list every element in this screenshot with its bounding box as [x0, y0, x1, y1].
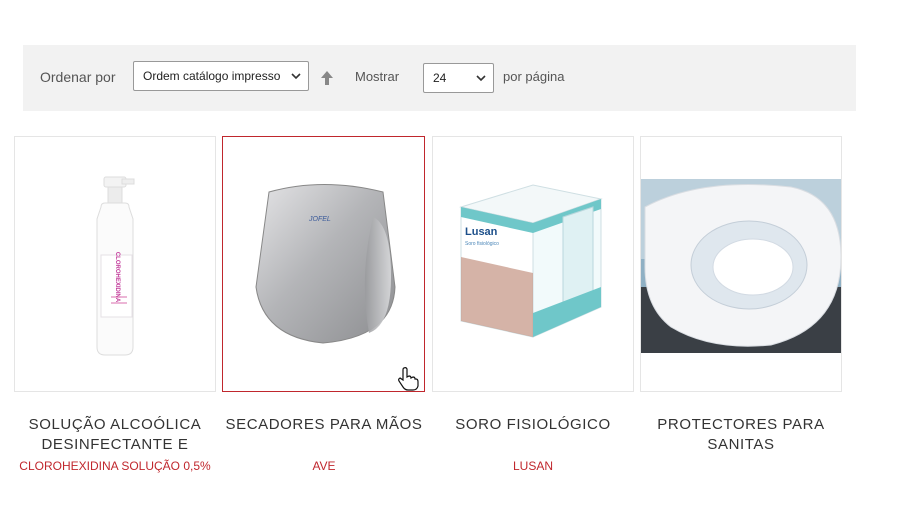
chevron-down-icon	[291, 73, 301, 80]
dryer-logo-text: JOFEL	[308, 216, 331, 223]
product-title[interactable]: SOLUÇÃO ALCOÓLICA DESINFECTANTE E	[14, 415, 216, 455]
sort-direction-up-icon[interactable]	[320, 70, 334, 86]
show-label: Mostrar	[355, 69, 400, 84]
sort-select-value: Ordem catálogo impresso	[143, 69, 281, 83]
product-card[interactable]	[640, 136, 842, 392]
product-card[interactable]: CLOROHEXIDINA	[14, 136, 216, 392]
product-brand[interactable]: AVE	[204, 459, 444, 473]
product-brand[interactable]: LUSAN	[413, 459, 653, 473]
saline-box-image: Lusan Soro fisiológico	[459, 184, 603, 338]
product-card[interactable]: JOFEL	[222, 136, 425, 392]
per-page-value: 24	[433, 71, 447, 85]
sort-toolbar: Ordenar por Ordem catálogo impresso Most…	[23, 45, 856, 111]
product-title[interactable]: SECADORES PARA MÃOS	[223, 415, 425, 435]
toilet-seat-cover-image	[641, 179, 841, 353]
box-brand-text: Lusan	[465, 226, 498, 238]
product-card[interactable]: Lusan Soro fisiológico	[432, 136, 634, 392]
box-sub-text: Soro fisiológico	[465, 241, 499, 247]
bottle-label-text: CLOROHEXIDINA	[114, 252, 120, 303]
hand-pointer-cursor-icon	[398, 367, 419, 391]
product-title[interactable]: SORO FISIOLÓGICO	[432, 415, 634, 435]
chevron-down-icon	[476, 75, 486, 82]
sort-label: Ordenar por	[40, 69, 116, 85]
sort-select[interactable]: Ordem catálogo impresso	[133, 61, 309, 91]
per-page-suffix: por página	[503, 69, 565, 84]
product-title[interactable]: PROTECTORES PARA SANITAS	[640, 415, 842, 455]
product-brand[interactable]: CLOROHEXIDINA SOLUÇÃO 0,5%	[0, 459, 235, 473]
per-page-select[interactable]: 24	[423, 63, 494, 93]
hand-dryer-image: JOFEL	[255, 184, 396, 344]
spray-bottle-image: CLOROHEXIDINA	[96, 176, 135, 356]
